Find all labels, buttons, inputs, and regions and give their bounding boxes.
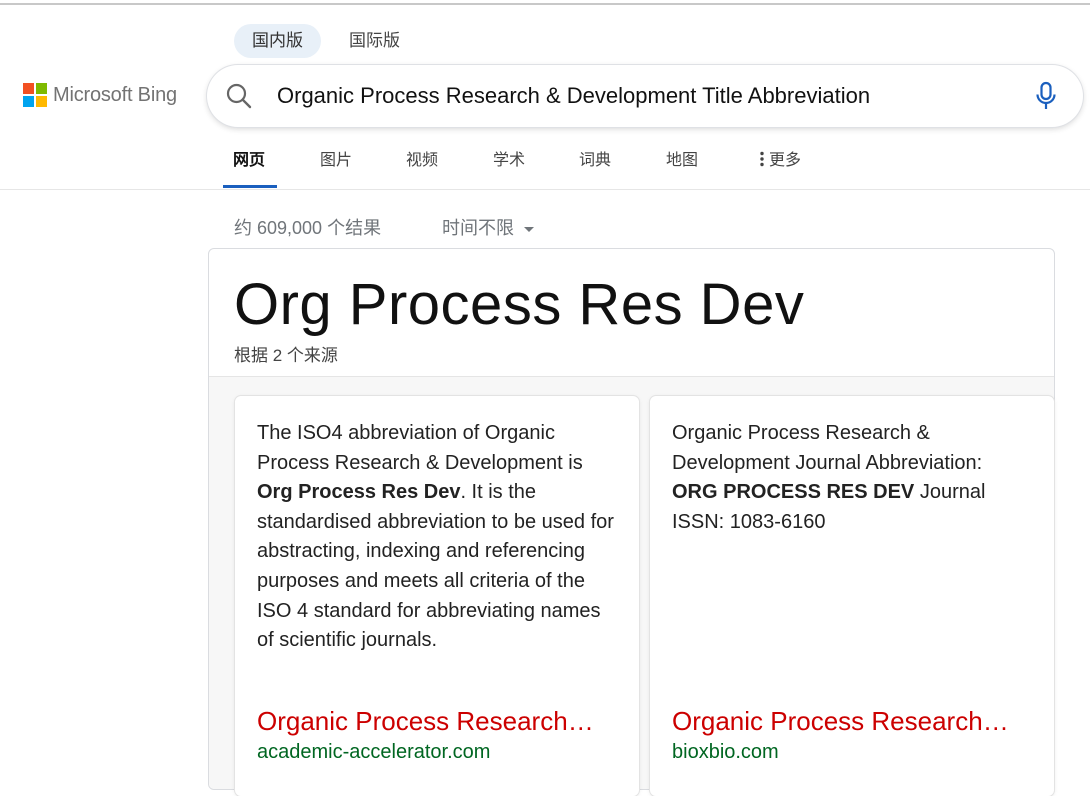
logo-text: Microsoft Bing xyxy=(53,83,177,106)
snippet-text: The ISO4 abbreviation of Organic Process… xyxy=(257,422,583,474)
nav-tab-maps[interactable]: 地图 xyxy=(666,140,698,184)
search-box[interactable]: Organic Process Research & Development T… xyxy=(207,65,1083,127)
answer-card: Org Process Res Dev 根据 2 个来源 The ISO4 ab… xyxy=(208,248,1055,796)
snippet-highlight: ORG PROCESS RES DEV xyxy=(672,481,915,504)
nav-tab-dictionary[interactable]: 词典 xyxy=(579,140,611,184)
source-link-title[interactable]: Organic Process Research & Development A… xyxy=(257,706,597,737)
search-icon[interactable] xyxy=(225,82,253,110)
result-count: 约 609,000 个结果 xyxy=(234,218,382,238)
source-snippet: Organic Process Research & Development J… xyxy=(672,419,1022,537)
snippet-highlight: Org Process Res Dev xyxy=(257,481,461,504)
nav-more-label: 更多 xyxy=(769,152,802,169)
answer-title: Org Process Res Dev xyxy=(234,272,805,337)
search-input[interactable]: Organic Process Research & Development T… xyxy=(277,65,870,127)
source-snippet: The ISO4 abbreviation of Organic Process… xyxy=(257,419,617,656)
microphone-icon[interactable] xyxy=(1033,81,1059,111)
source-link-title[interactable]: Organic Process Research & Development J… xyxy=(672,706,1012,737)
region-tab-domestic[interactable]: 国内版 xyxy=(234,24,321,58)
snippet-text: . It is the standardised abbreviation to… xyxy=(257,481,614,652)
bing-logo[interactable]: Microsoft Bing xyxy=(23,83,177,107)
time-filter-label: 时间不限 xyxy=(442,218,514,238)
nav-tab-videos[interactable]: 视频 xyxy=(406,140,438,184)
snippet-text: Organic Process Research & Development J… xyxy=(672,422,983,474)
caret-down-icon xyxy=(524,226,534,232)
region-tab-international[interactable]: 国际版 xyxy=(331,24,418,58)
header-divider xyxy=(0,189,1090,190)
window-top-border xyxy=(0,3,1090,5)
nav-tab-academic[interactable]: 学术 xyxy=(493,140,525,184)
more-dots-icon xyxy=(760,151,764,167)
source-domain[interactable]: academic-accelerator.com xyxy=(257,741,490,764)
source-card-2[interactable]: Organic Process Research & Development J… xyxy=(650,396,1054,796)
nav-tab-more[interactable]: 更多 xyxy=(759,140,801,184)
nav-tab-web[interactable]: 网页 xyxy=(233,140,265,184)
nav-tab-images[interactable]: 图片 xyxy=(320,140,352,184)
source-domain[interactable]: bioxbio.com xyxy=(672,741,779,764)
microsoft-logo-icon xyxy=(23,83,47,107)
source-card-1[interactable]: The ISO4 abbreviation of Organic Process… xyxy=(235,396,639,796)
answer-source-count: 根据 2 个来源 xyxy=(234,346,338,365)
nav-active-underline xyxy=(223,185,277,188)
time-filter-dropdown[interactable]: 时间不限 xyxy=(442,214,534,240)
